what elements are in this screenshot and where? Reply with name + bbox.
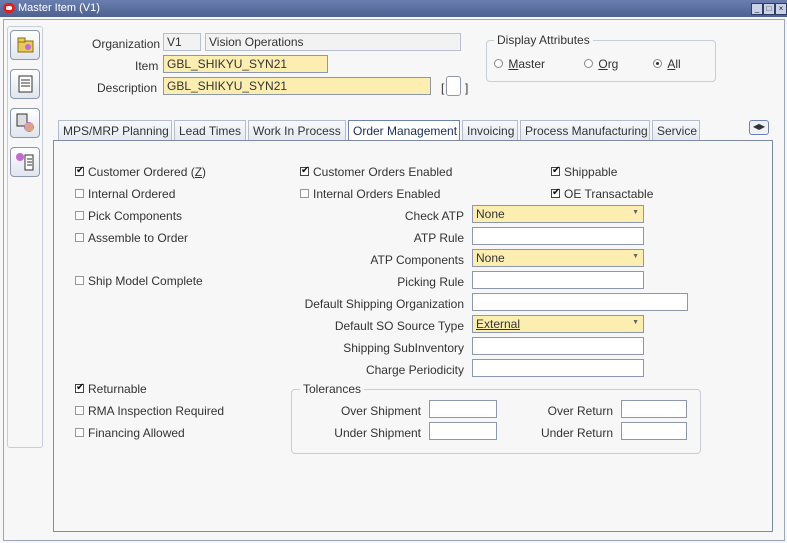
customer-ordered-checkbox[interactable]: [75, 165, 84, 176]
shipping-subinventory-field[interactable]: [472, 337, 644, 355]
minimize-icon[interactable]: _: [751, 3, 763, 15]
internal-orders-enabled-label: Internal Orders Enabled: [313, 187, 441, 201]
default-so-source-type-value: External: [476, 317, 521, 331]
flexfield-bracket-close: ]: [465, 81, 469, 95]
under-shipment-field[interactable]: [429, 422, 497, 440]
returnable-label: Returnable: [88, 382, 147, 396]
shipping-subinventory-label: Shipping SubInventory: [343, 341, 464, 355]
default-shipping-org-field[interactable]: [472, 293, 688, 311]
radio-org[interactable]: Org: [584, 57, 618, 71]
tab-service[interactable]: Service: [652, 120, 700, 140]
charge-periodicity-label: Charge Periodicity: [365, 363, 464, 377]
default-so-source-type-label: Default SO Source Type: [334, 319, 464, 333]
rma-inspection-required-checkbox[interactable]: [75, 406, 84, 415]
maximize-icon[interactable]: □: [763, 3, 775, 15]
item-field[interactable]: GBL_SHIKYU_SYN21: [163, 55, 328, 73]
default-shipping-org-label: Default Shipping Organization: [304, 297, 464, 311]
picking-rule-field[interactable]: [472, 271, 644, 289]
item-label: Item: [135, 59, 159, 73]
oe-transactable-label: OE Transactable: [564, 187, 654, 201]
tab-process-manufacturing[interactable]: Process Manufacturing: [520, 120, 650, 140]
flexfield-bracket-open: [: [441, 81, 445, 95]
assemble-to-order-checkbox[interactable]: [75, 233, 84, 242]
check-atp-label: Check ATP: [404, 209, 464, 223]
financing-allowed-label: Financing Allowed: [88, 426, 185, 440]
charge-periodicity-field[interactable]: [472, 359, 644, 377]
over-return-label: Over Return: [547, 404, 613, 418]
radio-all-icon: [653, 59, 662, 68]
oe-transactable-checkbox[interactable]: [551, 187, 560, 198]
atp-rule-label: ATP Rule: [413, 231, 464, 245]
tab-invoicing[interactable]: Invoicing: [462, 120, 518, 140]
tab-lead-times[interactable]: Lead Times: [174, 120, 246, 140]
pick-components-label: Pick Components: [88, 209, 183, 223]
over-return-field[interactable]: [621, 400, 687, 418]
oracle-logo-icon: [3, 3, 15, 13]
folder-icon[interactable]: [10, 30, 40, 60]
customer-ordered-label: Customer Ordered (Z): [88, 165, 207, 179]
under-return-field[interactable]: [621, 422, 687, 440]
ship-model-complete-label: Ship Model Complete: [88, 274, 203, 288]
under-shipment-label: Under Shipment: [334, 426, 421, 440]
window-title: Master Item (V1): [18, 2, 100, 14]
description-field[interactable]: GBL_SHIKYU_SYN21: [163, 77, 431, 95]
atp-components-label: ATP Components: [370, 253, 464, 267]
record-list-icon[interactable]: [10, 69, 40, 99]
returnable-checkbox[interactable]: [75, 382, 84, 393]
rma-inspection-required-label: RMA Inspection Required: [88, 404, 225, 418]
tab-mps-mrp-planning[interactable]: MPS/MRP Planning: [58, 120, 172, 140]
display-attributes-title: Display Attributes: [494, 33, 593, 47]
picking-rule-label: Picking Rule: [397, 275, 464, 289]
title-bar: Master Item (V1) _ □ ×: [0, 0, 787, 17]
radio-master-icon: [494, 59, 503, 68]
customer-orders-enabled-checkbox[interactable]: [300, 165, 309, 176]
internal-orders-enabled-checkbox[interactable]: [300, 189, 309, 198]
internal-ordered-checkbox[interactable]: [75, 189, 84, 198]
ship-model-complete-checkbox[interactable]: [75, 276, 84, 285]
organization-code-field[interactable]: V1: [163, 33, 201, 51]
default-so-source-type-select[interactable]: External: [472, 315, 644, 333]
shippable-checkbox[interactable]: [551, 165, 560, 176]
tab-order-management[interactable]: Order Management: [348, 120, 460, 140]
internal-ordered-label: Internal Ordered: [88, 187, 176, 201]
radio-master[interactable]: Master: [494, 57, 545, 71]
organization-name-field[interactable]: Vision Operations: [205, 33, 461, 51]
shippable-label: Shippable: [564, 165, 618, 179]
tolerances-title: Tolerances: [300, 382, 365, 396]
tab-scroll-arrows-icon[interactable]: ◀▶: [749, 120, 769, 135]
atp-rule-field[interactable]: [472, 227, 644, 245]
over-shipment-field[interactable]: [429, 400, 497, 418]
atp-components-select[interactable]: None: [472, 249, 644, 267]
assemble-to-order-label: Assemble to Order: [88, 231, 189, 245]
description-label: Description: [97, 81, 158, 95]
tab-work-in-process[interactable]: Work In Process: [248, 120, 346, 140]
radio-org-icon: [584, 59, 593, 68]
over-shipment-label: Over Shipment: [340, 404, 421, 418]
descriptive-flexfield[interactable]: [446, 76, 461, 96]
financing-allowed-checkbox[interactable]: [75, 428, 84, 437]
customer-orders-enabled-label: Customer Orders Enabled: [313, 165, 453, 179]
radio-all[interactable]: All: [653, 57, 681, 71]
item-attributes-icon[interactable]: [10, 108, 40, 138]
check-atp-select[interactable]: None: [472, 205, 644, 223]
under-return-label: Under Return: [540, 426, 613, 440]
item-hierarchy-icon[interactable]: [10, 147, 40, 177]
close-icon[interactable]: ×: [775, 3, 787, 15]
pick-components-checkbox[interactable]: [75, 211, 84, 220]
organization-label: Organization: [92, 37, 161, 51]
